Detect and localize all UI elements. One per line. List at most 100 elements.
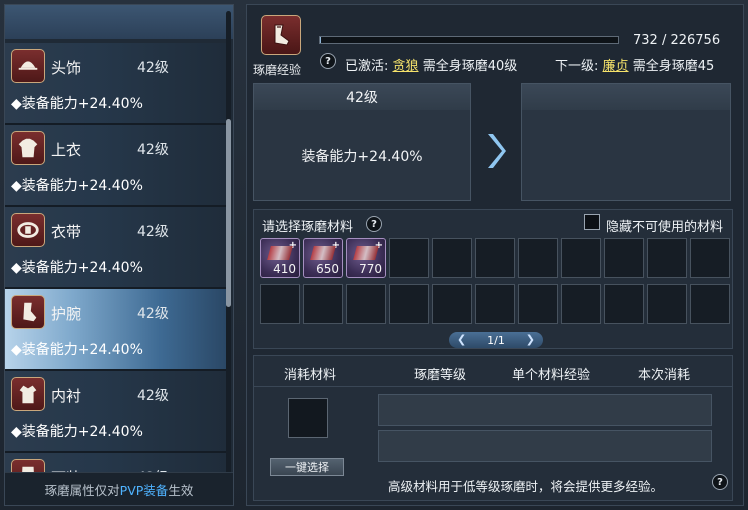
activated-info: 已激活: 贪狼 需全身琢磨40级 (345, 55, 517, 74)
polish-window: 头饰 42级 ◆装备能力+24.40% 上衣 42级 ◆装备能力+24.40% 衣带 42级 ◆… (0, 0, 748, 510)
material-slot[interactable] (432, 284, 472, 324)
material-count: 410 (273, 262, 296, 276)
consume-header-material: 消耗材料 (284, 368, 337, 383)
current-level-box: 42级 装备能力+24.40% (253, 83, 471, 201)
material-slot[interactable] (346, 284, 386, 324)
material-slot[interactable] (690, 284, 730, 324)
headgear-icon (11, 49, 45, 83)
consume-header-level: 琢磨等级 (414, 368, 467, 383)
next-level-label: 下一级: (555, 59, 599, 74)
material-slot[interactable] (690, 238, 730, 278)
next-set-link[interactable]: 廉贞 (603, 59, 629, 74)
next-requirement: 需全身琢磨45 (632, 59, 715, 74)
equipment-list-panel: 头饰 42级 ◆装备能力+24.40% 上衣 42级 ◆装备能力+24.40% 衣带 42级 ◆… (4, 4, 234, 506)
material-count: 650 (316, 262, 339, 276)
consume-header-cost: 本次消耗 (638, 368, 691, 383)
pvp-note: 琢磨属性仅对 PVP装备 生效 (5, 472, 233, 505)
belt-icon (11, 213, 45, 247)
material-slot[interactable] (647, 238, 687, 278)
polish-xp-icon (261, 15, 301, 55)
material-slot[interactable] (432, 238, 472, 278)
material-slot[interactable] (518, 238, 558, 278)
equipment-item[interactable]: 上衣 42级 ◆装备能力+24.40% (5, 125, 227, 205)
material-slot[interactable] (389, 238, 429, 278)
pvp-note-highlight: PVP装备 (119, 482, 169, 498)
next-level-box (521, 83, 731, 201)
material-title: 请选择琢磨材料 (262, 220, 354, 235)
activated-requirement: 需全身琢磨40级 (422, 59, 518, 74)
material-slot[interactable] (389, 284, 429, 324)
consume-note: 高级材料用于低等级琢磨时，将会提供更多经验。 (388, 479, 664, 494)
help-icon[interactable]: ? (320, 53, 336, 69)
scrollbar-thumb[interactable] (226, 119, 231, 307)
list-top-band (5, 5, 233, 39)
material-slot[interactable] (518, 284, 558, 324)
consume-divider (254, 386, 732, 387)
pvp-note-post: 生效 (168, 482, 194, 498)
equipment-item[interactable]: 头饰 42级 ◆装备能力+24.40% (5, 43, 227, 123)
equipment-item-name: 衣带 (51, 223, 82, 241)
hide-unusable-label: 隐藏不可使用的材料 (606, 220, 724, 235)
consume-row (378, 394, 712, 426)
consume-help-icon[interactable]: ? (712, 474, 728, 490)
inner-shirt-icon (11, 377, 45, 411)
list-scrollbar[interactable] (226, 11, 231, 505)
polish-stone-icon (267, 246, 293, 260)
polish-stone-icon (310, 246, 336, 260)
bracer-icon (11, 295, 45, 329)
equipment-item-stat: ◆装备能力+24.40% (11, 96, 143, 112)
material-item[interactable]: +770 (346, 238, 386, 278)
equipment-item-name: 头饰 (51, 59, 82, 77)
polish-xp-caption: 琢磨经验 (253, 63, 302, 77)
equipment-item-level: 42级 (137, 388, 169, 404)
equipment-item-name: 内衬 (51, 387, 82, 405)
material-pager: ❮ 1/1 ❯ (449, 332, 543, 348)
material-item[interactable]: +410 (260, 238, 300, 278)
polish-xp-value: 732 / 226756 (633, 33, 721, 48)
material-slot[interactable] (561, 284, 601, 324)
consume-panel: 消耗材料 琢磨等级 单个材料经验 本次消耗 一键选择 高级材料用于低等级琢磨时，… (253, 355, 733, 501)
equipment-item-stat: ◆装备能力+24.40% (11, 260, 143, 276)
equipment-item-level: 42级 (137, 306, 169, 322)
material-slot[interactable] (604, 238, 644, 278)
equipment-item-level: 42级 (137, 142, 169, 158)
material-slot[interactable] (303, 284, 343, 324)
next-level-info: 下一级: 廉贞 需全身琢磨45 (555, 55, 714, 74)
material-slot[interactable] (604, 284, 644, 324)
equipment-item-name: 上衣 (51, 141, 82, 159)
equipment-item-stat: ◆装备能力+24.40% (11, 424, 143, 440)
activated-set-link[interactable]: 贪狼 (393, 59, 419, 74)
equipment-item-level: 42级 (137, 60, 169, 76)
equipment-item[interactable]: 内衬 42级 ◆装备能力+24.40% (5, 371, 227, 451)
material-panel: 请选择琢磨材料 ? 隐藏不可使用的材料 +410 +650 +770 ❮ 1/1 ❯ (253, 209, 733, 349)
current-level-title: 42级 (254, 84, 470, 110)
polish-xp-bar (319, 36, 619, 44)
equipment-item-stat: ◆装备能力+24.40% (11, 342, 143, 358)
equipment-item[interactable]: 衣带 42级 ◆装备能力+24.40% (5, 207, 227, 287)
consume-row (378, 430, 712, 462)
pvp-note-pre: 琢磨属性仅对 (44, 482, 120, 498)
polish-xp-fill (320, 37, 322, 43)
material-slot[interactable] (260, 284, 300, 324)
next-level-title (522, 84, 730, 110)
top-armor-icon (11, 131, 45, 165)
material-help-icon[interactable]: ? (366, 216, 382, 232)
equipment-item[interactable]: 护腕 42级 ◆装备能力+24.40% (5, 289, 227, 369)
pager-next-icon[interactable]: ❯ (526, 332, 535, 348)
material-item[interactable]: +650 (303, 238, 343, 278)
pager-prev-icon[interactable]: ❮ (457, 332, 466, 348)
pager-label: 1/1 (487, 333, 505, 347)
material-slot[interactable] (561, 238, 601, 278)
auto-select-button[interactable]: 一键选择 (270, 458, 344, 476)
material-slot[interactable] (475, 238, 515, 278)
activated-label: 已激活: (345, 59, 389, 74)
equipment-item-level: 42级 (137, 224, 169, 240)
material-slot[interactable] (475, 284, 515, 324)
hide-unusable-checkbox[interactable] (584, 214, 600, 230)
consume-material-slot[interactable] (288, 398, 328, 438)
equipment-item-name: 护腕 (51, 305, 82, 323)
current-level-stat: 装备能力+24.40% (301, 149, 423, 165)
chevron-right-icon (488, 134, 506, 168)
material-slot[interactable] (647, 284, 687, 324)
consume-header-exp: 单个材料经验 (512, 368, 591, 383)
